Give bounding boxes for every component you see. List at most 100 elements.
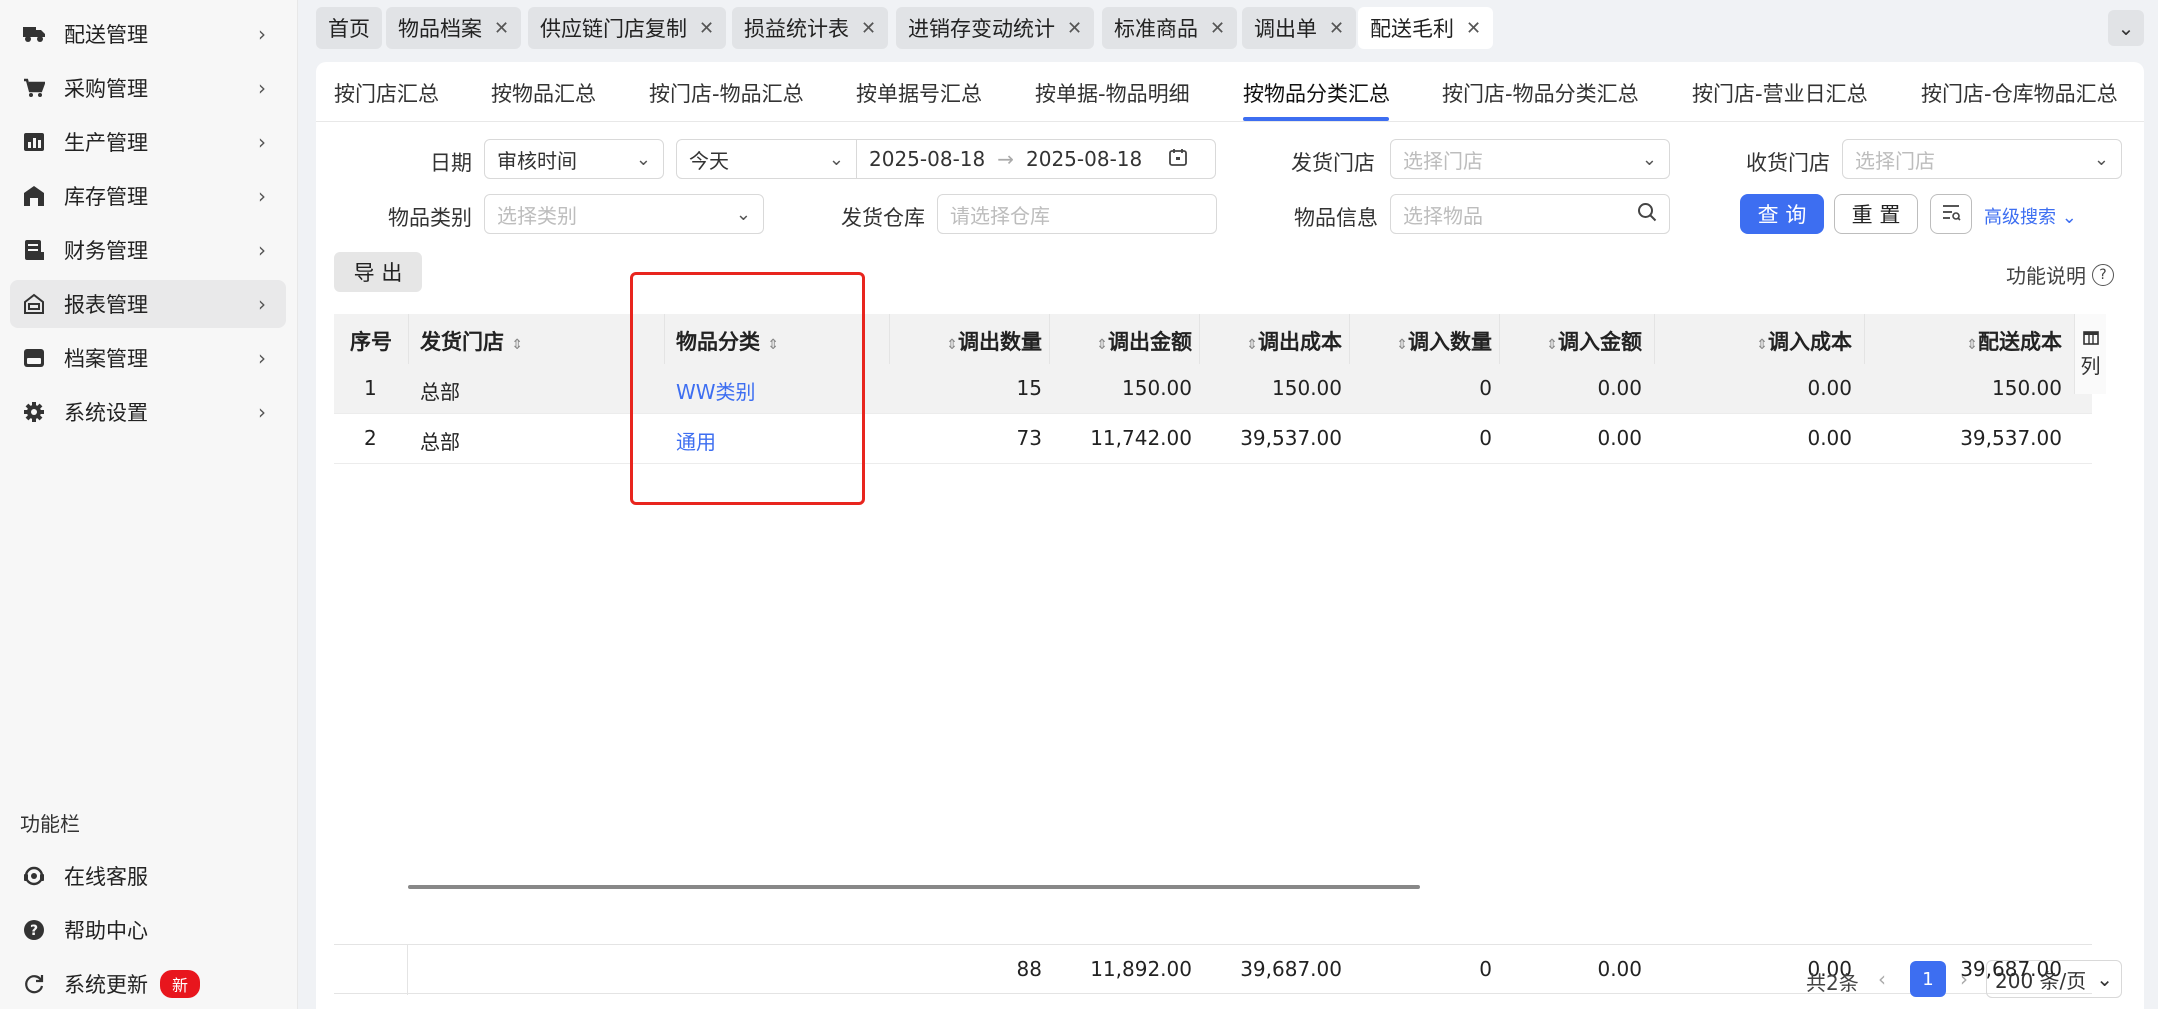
col-header-out-qty[interactable]: ⇕调出数量 <box>946 326 1042 356</box>
cell-in-qty: 0 <box>1479 376 1492 400</box>
subtab-by-store-item[interactable]: 按门店-物品汇总 <box>649 78 804 108</box>
sort-icon: ⇕ <box>1546 337 1558 353</box>
sidebar-item-inventory[interactable]: 库存管理 › <box>10 172 286 220</box>
sidebar-item-purchase[interactable]: 采购管理 › <box>10 64 286 112</box>
date-range-picker[interactable]: 今天 ⌄ 2025-08-18 → 2025-08-18 <box>676 139 1216 179</box>
feature-help-label: 功能说明 <box>2006 264 2086 288</box>
date-label: 日期 <box>430 151 472 175</box>
summary-spacer <box>334 945 408 995</box>
close-icon[interactable]: ✕ <box>494 18 509 39</box>
chevron-down-icon: ⌄ <box>2117 16 2135 40</box>
sidebar: 配送管理 › 采购管理 › 生产管理 › 库存管理 › 财务管理 › 报表管理 … <box>0 0 298 1009</box>
subtab-by-item[interactable]: 按物品汇总 <box>491 78 596 108</box>
subtab-by-doc-item[interactable]: 按单据-物品明细 <box>1035 78 1190 108</box>
tab-standard-goods[interactable]: 标准商品 ✕ <box>1102 7 1238 49</box>
export-button[interactable]: 导 出 <box>334 252 422 292</box>
tabs-more-button[interactable]: ⌄ <box>2108 10 2144 46</box>
col-header-ship-store[interactable]: 发货门店 ⇕ <box>420 326 523 356</box>
warehouse-placeholder: 请选择仓库 <box>950 203 1050 228</box>
close-icon[interactable]: ✕ <box>1067 18 1082 39</box>
calendar-icon[interactable] <box>1168 147 1188 172</box>
ship-store-select[interactable]: 选择门店 ⌄ <box>1390 139 1670 179</box>
search-icon[interactable] <box>1637 202 1657 227</box>
tab-item-archive[interactable]: 物品档案 ✕ <box>386 7 522 49</box>
cell-ship-store: 总部 <box>420 430 460 454</box>
gear-icon <box>22 400 46 424</box>
tool-label: 帮助中心 <box>64 919 148 943</box>
col-header-out-cost[interactable]: ⇕调出成本 <box>1246 326 1342 356</box>
horizontal-scrollbar[interactable] <box>408 885 1420 889</box>
feature-help-link[interactable]: 功能说明? <box>2006 260 2114 289</box>
date-end[interactable]: 2025-08-18 <box>1026 147 1142 171</box>
close-icon[interactable]: ✕ <box>1466 18 1481 39</box>
recv-store-select[interactable]: 选择门店 ⌄ <box>1842 139 2122 179</box>
report-icon <box>22 292 46 316</box>
tab-inventory-change[interactable]: 进销存变动统计 ✕ <box>896 7 1095 49</box>
sidebar-item-delivery[interactable]: 配送管理 › <box>10 10 286 58</box>
col-header-in-qty[interactable]: ⇕调入数量 <box>1396 326 1492 356</box>
subtab-by-doc-no[interactable]: 按单据号汇总 <box>856 78 982 108</box>
sidebar-item-production[interactable]: 生产管理 › <box>10 118 286 166</box>
sidebar-item-reports[interactable]: 报表管理 › <box>10 280 286 328</box>
sidebar-item-settings[interactable]: 系统设置 › <box>10 388 286 436</box>
column-settings-button[interactable]: 列 <box>2074 314 2106 394</box>
tab-label: 损益统计表 <box>744 17 849 41</box>
cell-in-qty: 0 <box>1479 426 1492 450</box>
sidebar-item-label: 配送管理 <box>64 23 148 47</box>
close-icon[interactable]: ✕ <box>1329 18 1344 39</box>
sidebar-item-label: 档案管理 <box>64 347 148 371</box>
total-in-amount: 0.00 <box>1597 957 1642 981</box>
cell-delivery-cost: 39,537.00 <box>1960 426 2062 450</box>
subtab-by-store-warehouse[interactable]: 按门店-仓库物品汇总 <box>1921 78 2118 108</box>
tab-delivery-margin[interactable]: 配送毛利 ✕ <box>1358 7 1494 49</box>
date-start[interactable]: 2025-08-18 <box>869 147 985 171</box>
subtab-by-store-category[interactable]: 按门店-物品分类汇总 <box>1442 78 1639 108</box>
tab-store-copy[interactable]: 供应链门店复制 ✕ <box>528 7 727 49</box>
col-header-delivery-cost[interactable]: ⇕配送成本 <box>1966 326 2062 356</box>
filter-settings-button[interactable] <box>1930 194 1972 234</box>
close-icon[interactable]: ✕ <box>861 18 876 39</box>
tab-label: 配送毛利 <box>1370 17 1454 41</box>
date-range-select[interactable]: 今天 ⌄ <box>677 140 857 178</box>
column-divider <box>1654 314 1655 364</box>
page-button-current[interactable]: 1 <box>1910 961 1946 997</box>
tab-strip: 首页 物品档案 ✕ 供应链门店复制 ✕ 损益统计表 ✕ 进销存变动统计 ✕ 标准商品 ✕ … <box>298 0 2158 58</box>
highlight-box <box>630 272 865 505</box>
table-row[interactable]: 2 总部 通用 73 11,742.00 39,537.00 0 0.00 0.… <box>334 414 2092 464</box>
tab-loss-stats[interactable]: 损益统计表 ✕ <box>732 7 889 49</box>
advanced-search-link[interactable]: 高级搜索 ⌄ <box>1984 203 2077 229</box>
reset-button[interactable]: 重 置 <box>1834 194 1918 234</box>
tab-home[interactable]: 首页 <box>316 7 382 49</box>
date-type-select[interactable]: 审核时间 ⌄ <box>484 139 664 179</box>
subtab-by-store[interactable]: 按门店汇总 <box>334 78 439 108</box>
col-header-in-amount[interactable]: ⇕调入金额 <box>1546 326 1642 356</box>
tab-transfer-out[interactable]: 调出单 ✕ <box>1242 7 1357 49</box>
sidebar-item-archive[interactable]: 档案管理 › <box>10 334 286 382</box>
system-update-link[interactable]: 系统更新 新 <box>10 962 286 1006</box>
category-select[interactable]: 选择类别 ⌄ <box>484 194 764 234</box>
page-size-select[interactable]: 200 条/页 ⌄ <box>1986 960 2122 998</box>
sidebar-item-label: 系统设置 <box>64 401 148 425</box>
sidebar-item-finance[interactable]: 财务管理 › <box>10 226 286 274</box>
online-support-link[interactable]: 在线客服 <box>10 854 286 898</box>
col-header-label: 调入数量 <box>1408 330 1492 354</box>
next-page-icon[interactable]: › <box>1960 967 1968 991</box>
col-header-label: 配送成本 <box>1978 330 2062 354</box>
cell-out-qty: 73 <box>1016 426 1042 450</box>
help-center-link[interactable]: ? 帮助中心 <box>10 908 286 952</box>
close-icon[interactable]: ✕ <box>1210 18 1225 39</box>
col-header-in-cost[interactable]: ⇕调入成本 <box>1756 326 1852 356</box>
cell-ship-store: 总部 <box>420 380 460 404</box>
col-header-out-amount[interactable]: ⇕调出金额 <box>1096 326 1192 356</box>
sidebar-item-label: 报表管理 <box>64 293 148 317</box>
subtab-by-store-day[interactable]: 按门店-营业日汇总 <box>1692 78 1868 108</box>
warehouse-select[interactable]: 请选择仓库 <box>937 194 1217 234</box>
query-button[interactable]: 查 询 <box>1740 194 1824 234</box>
chevron-right-icon: › <box>258 292 266 316</box>
item-info-select[interactable]: 选择物品 <box>1390 194 1670 234</box>
subtab-by-category[interactable]: 按物品分类汇总 <box>1243 78 1390 108</box>
prev-page-icon[interactable]: ‹ <box>1878 967 1886 991</box>
chart-icon <box>22 130 46 154</box>
close-icon[interactable]: ✕ <box>699 18 714 39</box>
table-row[interactable]: 1 总部 WW类别 15 150.00 150.00 0 0.00 0.00 1… <box>334 364 2092 414</box>
